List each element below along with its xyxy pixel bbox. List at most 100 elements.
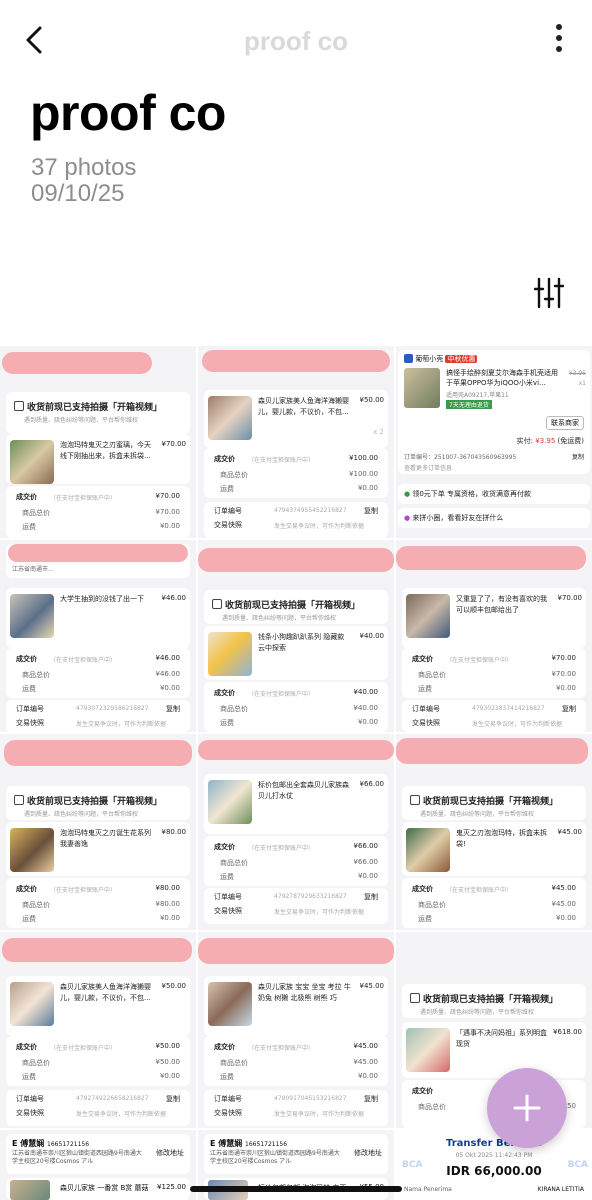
shield-icon	[410, 993, 420, 1003]
buyer-name: E 傅慧娴	[12, 1139, 45, 1148]
modify-address-button[interactable]: 修改地址	[354, 1148, 382, 1158]
contact-seller-button[interactable]: 联系商家	[546, 416, 584, 430]
dot	[556, 46, 562, 52]
goods-total-label: 商品总价	[22, 1059, 50, 1067]
deal-price-label: 成交价	[16, 885, 37, 893]
product-name: 森贝儿家族美人鱼海洋海獭婴儿，婴儿款，不议价，不包...	[60, 983, 151, 1002]
order-info: 订单编号 4794374955452216827 复制 交易快照 发生交易争议时，可作…	[204, 502, 388, 538]
copy-button[interactable]: 复制	[364, 892, 378, 902]
deal-price: ¥50.00	[155, 1042, 181, 1050]
redaction	[2, 352, 152, 374]
deal-note: （在支付宝担保账户中）	[50, 495, 117, 502]
address-card: E 傅慧娴 16651721156 江苏省南通市崇川区狼山镇街道西园路9号南通大…	[204, 1134, 388, 1174]
product-image	[208, 982, 252, 1026]
copy-button[interactable]: 复制	[166, 704, 180, 714]
snapshot-note: 发生交易争议时，可作为判断依据	[274, 1111, 365, 1118]
photo-thumbnail[interactable]: 森贝儿家族 宝宝 坐宝 考拉 牛奶兔 树獭 北极熊 树熊 巧 ¥45.00 成交…	[198, 932, 394, 1128]
deal-price: ¥70.00	[155, 492, 181, 500]
product-name: 鬼灭之刃泡泡玛特，拆盒未拆袋!	[456, 829, 547, 848]
goods-total-label: 商品总价	[418, 901, 446, 909]
buyer-phone: 16651721156	[47, 1141, 90, 1148]
product-price: ¥45.00	[557, 828, 583, 836]
product-image	[406, 1028, 450, 1072]
product-image	[208, 780, 252, 824]
price-summary: 成交价 （在支付宝担保账户中） ¥46.00 商品总价 ¥46.00 运费 ¥0.00	[6, 648, 190, 698]
copy-button[interactable]: 复制	[166, 1094, 180, 1104]
more-options-button[interactable]	[554, 24, 564, 54]
product-name: 大学生抽到的没钱了出一下	[60, 595, 144, 603]
product-price: ¥50.00	[359, 396, 385, 404]
photo-thumbnail[interactable]: 标价包邮出全套森贝儿家族森贝儿打水仗 ¥66.00 成交价 （在支付宝担保账户中）…	[198, 734, 394, 930]
photo-thumbnail[interactable]: 森贝儿家族美人鱼海洋海獭婴儿，婴儿款，不议价，不包... ¥50.00 x 2 …	[198, 346, 394, 538]
copy-button[interactable]: 复制	[562, 704, 576, 714]
goods-total-label: 商品总价	[220, 471, 248, 479]
photo-thumbnail[interactable]: 收货前现已支持拍摄「开箱视频」 遇到质量、疏色纠纷等问题，平台帮你维权 泡泡玛特…	[0, 734, 196, 930]
add-photo-button[interactable]	[487, 1068, 567, 1148]
goods-total-label: 商品总价	[22, 901, 50, 909]
photo-thumbnail[interactable]: 又重复了了，有没有喜欢的我可以顺丰包邮给出了 ¥70.00 成交价 （在支付宝担保…	[396, 540, 592, 732]
copy-button[interactable]: 复制	[572, 452, 584, 461]
modify-address-button[interactable]: 修改地址	[156, 1148, 184, 1158]
transfer-amount: IDR 66,000.00	[446, 1164, 542, 1178]
redaction	[396, 546, 586, 570]
deal-price-label: 成交价	[412, 1087, 433, 1095]
shipping-label: 运费	[22, 523, 36, 531]
shipping-fee: ¥0.00	[555, 684, 576, 692]
deal-price-label: 成交价	[214, 455, 235, 463]
order-number: 4793023837414216827	[472, 705, 545, 712]
shipping-fee: ¥0.00	[159, 522, 180, 530]
product-row: 森贝儿家族美人鱼海洋海獭婴儿，婴儿款，不议价，不包... ¥50.00	[6, 976, 190, 1036]
snapshot-note: 发生交易争议时，可作为判断依据	[274, 523, 365, 530]
paid-amount: ¥3.95	[535, 437, 556, 445]
redaction	[396, 738, 588, 764]
snapshot-note: 发生交易争议时，可作为判断依据	[472, 721, 563, 728]
goods-total: ¥70.00	[155, 508, 181, 516]
goods-total-label: 商品总价	[220, 1059, 248, 1067]
deal-note: （在支付宝担保账户中）	[50, 1045, 117, 1052]
deal-price-label: 成交价	[214, 1043, 235, 1051]
goods-total: ¥45.00	[551, 900, 577, 908]
filter-button[interactable]	[533, 276, 565, 310]
photo-thumbnail[interactable]: 收货前现已支持拍摄「开箱视频」 遇到质量、疏色纠纷等问题，平台帮你维权 泡泡玛特…	[0, 346, 196, 538]
price-summary: 成交价 （在支付宝担保账户中） ¥80.00 商品总价 ¥80.00 运费 ¥0.00	[6, 878, 190, 928]
goods-total-label: 商品总价	[22, 671, 50, 679]
product-image	[406, 828, 450, 872]
order-no-label: 订单编号	[214, 1095, 242, 1103]
product-price: ¥618.00	[553, 1028, 582, 1036]
more-order-info-link[interactable]: 查看更多订单信息	[404, 463, 452, 472]
copy-button[interactable]: 复制	[364, 1094, 378, 1104]
deal-price: ¥100.00	[349, 454, 378, 462]
order-number: 4790917045153216827	[274, 1095, 347, 1102]
order-no-label: 订单编号	[16, 1095, 44, 1103]
price-summary: 成交价 （在支付宝担保账户中） ¥40.00 商品总价 ¥40.00 运费 ¥0.00	[204, 682, 388, 732]
shipping-label: 运费	[22, 685, 36, 693]
photo-thumbnail[interactable]: E 傅慧娴 16651721156 江苏省南通市崇川区狼山镇街道西园路9号南通大…	[0, 1130, 196, 1200]
recipient-name: KIRANA LETITIA	[537, 1186, 584, 1193]
product-image	[10, 594, 54, 638]
deal-price-label: 成交价	[16, 655, 37, 663]
order-no-label: 订单编号	[214, 507, 242, 515]
photo-thumbnail[interactable]: 收货前现已支持拍摄「开箱视频」 遇到质量、疏色纠纷等问题，平台帮你维权 钱条小狗…	[198, 540, 394, 732]
copy-button[interactable]: 复制	[364, 506, 378, 516]
buyer-phone: 16651721156	[245, 1141, 288, 1148]
shipping-fee: ¥0.00	[159, 684, 180, 692]
group-bar[interactable]: ● 来拼小圈，看看好友在拼什么	[398, 508, 590, 528]
shipping-label: 运费	[418, 915, 432, 923]
bank-watermark: BCA	[567, 1160, 588, 1170]
photo-thumbnail[interactable]: 森贝儿家族美人鱼海洋海獭婴儿，婴儿款，不议价，不包... ¥50.00 成交价 （…	[0, 932, 196, 1128]
product-price: ¥40.00	[359, 632, 385, 640]
price-summary: 成交价 （在支付宝担保账户中） ¥70.00 商品总价 ¥70.00 运费 ¥0.00	[402, 648, 586, 698]
photo-thumbnail[interactable]: 江苏省南通市... 大学生抽到的没钱了出一下 ¥46.00 成交价 （在支付宝担保…	[0, 540, 196, 732]
snapshot-label: 交易快照	[214, 521, 242, 529]
photo-thumbnail[interactable]: 收货前现已支持拍摄「开箱视频」 遇到质量、疏色纠纷等问题，平台帮你维权 鬼灭之刃…	[396, 734, 592, 930]
product-image	[208, 396, 252, 440]
deal-note: （在支付宝担保账户中）	[446, 657, 513, 664]
product-name: 泡泡玛特鬼灭之刃蜜璃，今天线下刚抽出来，拆盒未拆袋...	[60, 441, 151, 460]
snapshot-note: 发生交易争议时，可作为判断依据	[76, 1111, 167, 1118]
photo-thumbnail[interactable]: 葡萄小壳 中秋优惠 搞怪手绘醉刻夏艾尔海森手机壳适用于苹果OPPO华为iQOO小…	[396, 346, 592, 538]
redaction	[198, 548, 394, 572]
deal-price-label: 成交价	[412, 655, 433, 663]
buyer-address: 江苏省南通市崇川区狼山镇街道西园路9号南通大学主校区20号楼Cosmos アル	[12, 1150, 142, 1165]
deal-note: （在支付宝担保账户中）	[248, 1045, 315, 1052]
promo-bar[interactable]: ● 领0元下单 专属资格，收货满意再付款	[398, 484, 590, 504]
